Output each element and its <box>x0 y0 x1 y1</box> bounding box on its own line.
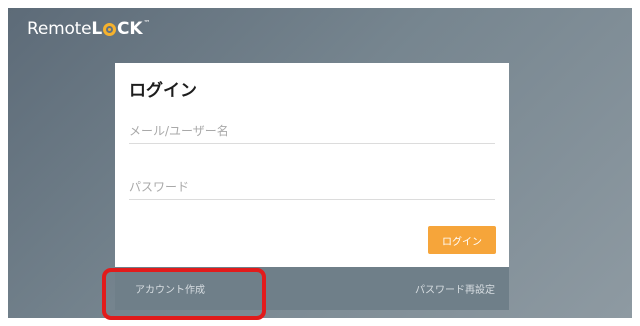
logo-text-ck: CK <box>117 19 143 39</box>
create-account-link[interactable]: アカウント作成 <box>135 281 205 296</box>
logo-text-lock: L CK <box>91 19 142 39</box>
remotelock-logo: Remote L CK ™ <box>27 19 150 39</box>
login-card: ログイン ログイン <box>115 63 509 267</box>
login-footer: アカウント作成 パスワード再設定 <box>115 267 509 310</box>
logo-o-icon <box>103 22 117 36</box>
logo-text-l: L <box>91 19 103 39</box>
trademark-symbol: ™ <box>143 19 151 27</box>
password-input[interactable] <box>129 175 495 200</box>
username-input[interactable] <box>129 119 495 144</box>
login-title: ログイン <box>129 81 197 101</box>
logo-text-remote: Remote <box>27 19 92 39</box>
login-button[interactable]: ログイン <box>428 226 496 254</box>
reset-password-link[interactable]: パスワード再設定 <box>415 281 495 296</box>
